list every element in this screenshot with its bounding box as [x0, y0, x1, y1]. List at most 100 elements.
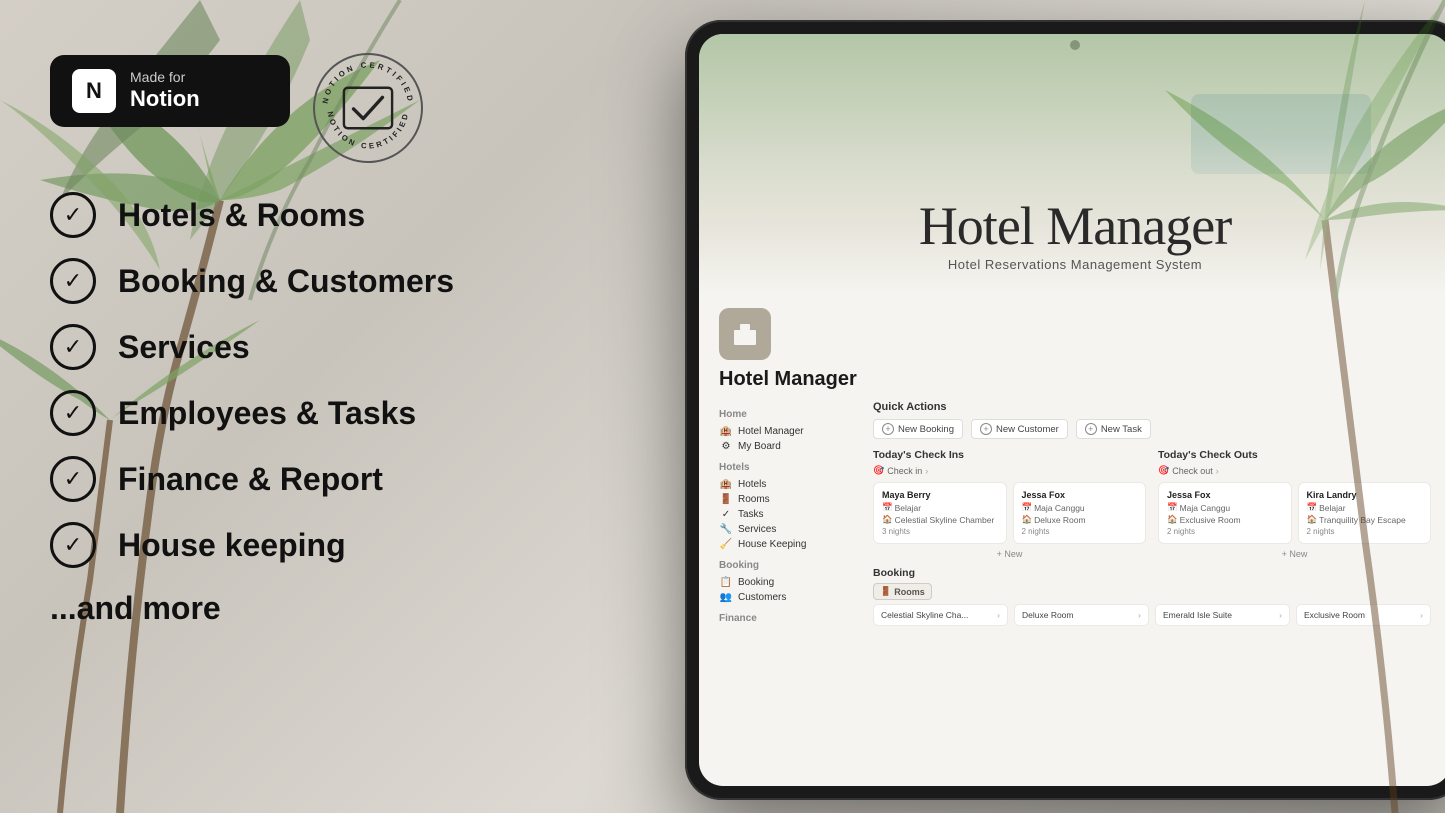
tasks-icon: ✓ [719, 509, 733, 520]
location: 📅 Maja Canggu [1167, 502, 1283, 513]
checkin-card-1: Maya Berry 📅 Belajar 🏠 Celestial Skyline… [873, 482, 1007, 544]
room-card-4: Exclusive Room › [1296, 604, 1431, 626]
feature-label: Hotels & Rooms [118, 196, 365, 234]
tablet-device: Hotel Manager Hotel Reservations Managem… [685, 20, 1445, 800]
notion-brand-label: Notion [130, 86, 200, 112]
location-icon: 📅 [1307, 502, 1318, 513]
new-checkout-button[interactable]: + New [1282, 549, 1308, 559]
new-booking-label: New Booking [898, 424, 954, 435]
notion-logo-icon: N [72, 69, 116, 113]
room-card-1: Celestial Skyline Cha... › [873, 604, 1008, 626]
new-btn-row: + New [1158, 549, 1431, 559]
target-icon: 🎯 [873, 465, 884, 476]
workspace-title: Hotel Manager [719, 368, 1431, 391]
room: 🏠 Celestial Skyline Chamber [882, 514, 998, 525]
booking-icon: 📋 [719, 577, 733, 588]
sidebar-item-hotel-manager[interactable]: 🏨 Hotel Manager [719, 424, 859, 439]
room-icon: 🏠 [1167, 514, 1178, 525]
services-icon: 🔧 [719, 524, 733, 535]
room: 🏠 Deluxe Room [1022, 514, 1138, 525]
hotel-icon [731, 320, 759, 348]
new-customer-label: New Customer [996, 424, 1059, 435]
nights: 2 nights [1307, 527, 1423, 536]
sidebar-item-hotels[interactable]: 🏨 Hotels [719, 477, 859, 492]
new-customer-button[interactable]: + New Customer [971, 419, 1068, 439]
sidebar-item-rooms[interactable]: 🚪 Rooms [719, 492, 859, 507]
feature-item: ✓ Booking & Customers [50, 248, 510, 314]
sidebar-item-label: Services [738, 524, 776, 535]
location-icon: 📅 [1167, 502, 1178, 513]
feature-label: House keeping [118, 526, 346, 564]
guest-name: Jessa Fox [1167, 490, 1283, 500]
sidebar-item-tasks[interactable]: ✓ Tasks [719, 507, 859, 522]
feature-label: Finance & Report [118, 460, 383, 498]
location: 📅 Belajar [882, 502, 998, 513]
check-circle-icon: ✓ [50, 258, 96, 304]
booking-section: Booking 🚪 Rooms Celestial Skyline Cha... [873, 567, 1431, 626]
quick-actions-row: + New Booking + New Customer + New Task [873, 419, 1431, 439]
sidebar-item-label: Customers [738, 592, 786, 603]
sidebar-item-customers[interactable]: 👥 Customers [719, 590, 859, 605]
notion-badge-text: Made for Notion [130, 69, 200, 112]
target-icon: 🎯 [1158, 465, 1169, 476]
checkouts-section: Today's Check Outs 🎯 Check out › Jessa F… [1158, 449, 1431, 559]
check-circle-icon: ✓ [50, 324, 96, 370]
made-for-label: Made for [130, 69, 200, 86]
sidebar-item-label: Hotel Manager [738, 426, 804, 437]
svg-text:NOTION CERTIFIED: NOTION CERTIFIED [325, 110, 410, 150]
sidebar-item-label: Booking [738, 577, 774, 588]
hotel-subtitle: Hotel Reservations Management System [919, 257, 1231, 272]
room: 🏠 Exclusive Room [1167, 514, 1283, 525]
content-row: Home 🏨 Hotel Manager ⚙ My Board Hotels 🏨 [719, 401, 1431, 628]
checkout-action[interactable]: 🎯 Check out › [1158, 465, 1431, 476]
checkins-section: Today's Check Ins 🎯 Check in › Maya Berr… [873, 449, 1146, 559]
room-card-2: Deluxe Room › [1014, 604, 1149, 626]
sidebar: Home 🏨 Hotel Manager ⚙ My Board Hotels 🏨 [719, 401, 859, 628]
features-list: ✓ Hotels & Rooms ✓ Booking & Customers ✓… [50, 182, 510, 627]
feature-label: Booking & Customers [118, 262, 454, 300]
sidebar-item-label: Rooms [738, 494, 770, 505]
booking-title: Booking [873, 567, 1431, 579]
sidebar-item-booking[interactable]: 📋 Booking [719, 575, 859, 590]
nights: 2 nights [1022, 527, 1138, 536]
certified-badge: NOTION CERTIFIED NOTION CERTIFIED [310, 50, 425, 165]
check-circle-icon: ✓ [50, 522, 96, 568]
check-circle-icon: ✓ [50, 390, 96, 436]
sidebar-item-housekeeping[interactable]: 🧹 House Keeping [719, 537, 859, 552]
tablet-frame: Hotel Manager Hotel Reservations Managem… [685, 20, 1445, 800]
sidebar-item-services[interactable]: 🔧 Services [719, 522, 859, 537]
screen-body: Hotel Manager Home 🏨 Hotel Manager ⚙ My … [699, 294, 1445, 638]
feature-item: ✓ Employees & Tasks [50, 380, 510, 446]
checkout-cards-row: Jessa Fox 📅 Maja Canggu 🏠 Exclusive Room [1158, 482, 1431, 544]
booking-tab-rooms[interactable]: 🚪 Rooms [873, 583, 932, 600]
my-board-icon: ⚙ [719, 441, 733, 452]
checkin-cards-row: Maya Berry 📅 Belajar 🏠 Celestial Skyline… [873, 482, 1146, 544]
checkin-action[interactable]: 🎯 Check in › [873, 465, 1146, 476]
screen-header: Hotel Manager Hotel Reservations Managem… [699, 34, 1445, 294]
check-sections-row: Today's Check Ins 🎯 Check in › Maya Berr… [873, 449, 1431, 559]
app-icon-box [719, 308, 771, 360]
hotel-title: Hotel Manager [919, 199, 1231, 253]
guest-name: Jessa Fox [1022, 490, 1138, 500]
booking-tabs: 🚪 Rooms [873, 583, 1431, 600]
checkout-card-2: Kira Landry 📅 Belajar 🏠 Tranquility Bay … [1298, 482, 1432, 544]
plus-icon: + [980, 423, 992, 435]
housekeeping-icon: 🧹 [719, 539, 733, 550]
sidebar-item-my-board[interactable]: ⚙ My Board [719, 439, 859, 454]
sidebar-section-home: Home [719, 409, 859, 420]
room-icon: 🏠 [882, 514, 893, 525]
sidebar-item-label: Tasks [738, 509, 764, 520]
main-area: Quick Actions + New Booking + New Custom… [873, 401, 1431, 628]
sidebar-section-hotels: Hotels [719, 462, 859, 473]
quick-actions-title: Quick Actions [873, 401, 1431, 413]
new-booking-button[interactable]: + New Booking [873, 419, 963, 439]
sidebar-item-label: My Board [738, 441, 781, 452]
new-task-label: New Task [1101, 424, 1142, 435]
checkin-card-2: Jessa Fox 📅 Maja Canggu 🏠 Deluxe Room [1013, 482, 1147, 544]
sidebar-item-label: Hotels [738, 479, 766, 490]
certified-circle: NOTION CERTIFIED NOTION CERTIFIED [313, 53, 423, 163]
sidebar-item-label: House Keeping [738, 539, 806, 550]
new-task-button[interactable]: + New Task [1076, 419, 1151, 439]
check-circle-icon: ✓ [50, 192, 96, 238]
new-checkin-button[interactable]: + New [997, 549, 1023, 559]
